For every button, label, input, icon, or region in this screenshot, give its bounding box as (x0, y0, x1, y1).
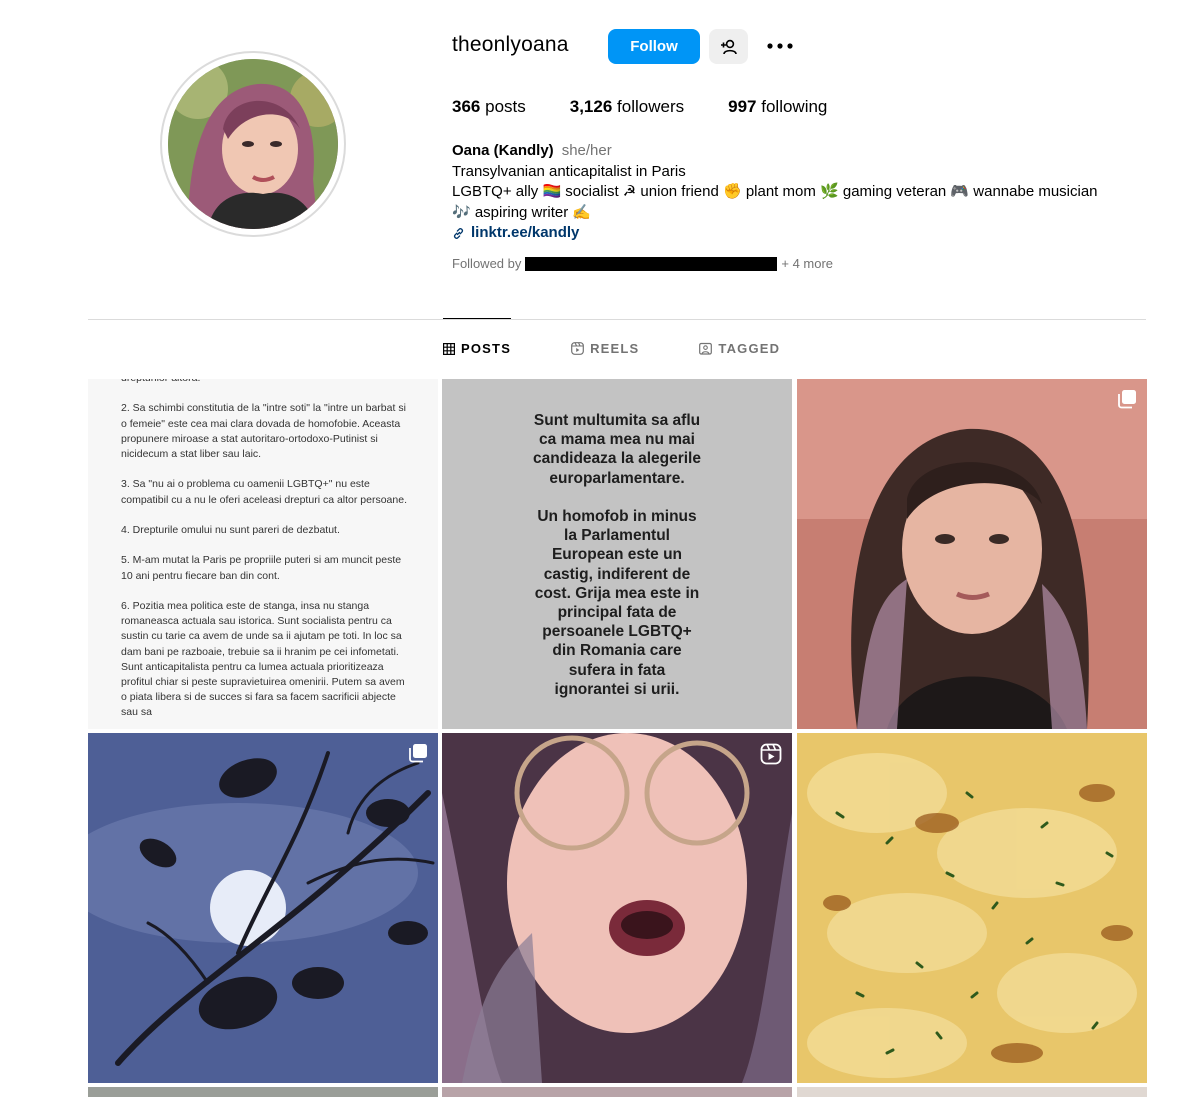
profile-bio: Oana (Kandly) she/her Transylvanian antic… (452, 141, 1152, 246)
profile-stats: 366 posts 3,126 followers 997 following (452, 97, 871, 117)
tab-posts[interactable]: POSTS (443, 318, 512, 378)
add-person-icon (720, 39, 737, 54)
reels-icon (571, 342, 584, 355)
post-text-image: drepturilor altora. 2. Sa schimbi consti… (121, 379, 407, 719)
bio-line: 🎶 aspiring writer ✍️ (452, 203, 592, 221)
bio-line: LGBTQ+ ally 🏳️‍🌈 socialist ☭ union frien… (452, 183, 1098, 200)
suggested-accounts-button[interactable] (709, 29, 748, 64)
selfie-photo (797, 379, 1147, 729)
potato-gratin-photo (797, 733, 1147, 1083)
profile-username: theonlyoana (452, 33, 569, 56)
redacted-names (525, 256, 778, 271)
avatar-photo (168, 59, 338, 229)
reel-badge-icon (760, 743, 782, 765)
bio-line: Transylvanian anticapitalist in Paris (452, 162, 686, 180)
moon-branch-photo (88, 733, 438, 1083)
post-tile[interactable] (442, 733, 792, 1083)
profile-full-name: Oana (Kandly) (452, 142, 554, 159)
post-text-image: Sunt multumita sa aflu ca mama mea nu ma… (532, 412, 701, 698)
post-tile[interactable]: drepturilor altora. 2. Sa schimbi consti… (88, 379, 438, 729)
followers-link[interactable]: 3,126 followers (570, 97, 684, 117)
carousel-icon (409, 744, 427, 763)
profile-avatar-ring[interactable] (160, 51, 346, 237)
post-tile[interactable] (797, 379, 1147, 729)
post-tile[interactable]: Sunt multumita sa aflu ca mama mea nu ma… (442, 379, 792, 729)
carousel-icon (1118, 390, 1136, 409)
singing-selfie-photo (442, 733, 792, 1083)
link-icon (453, 227, 464, 239)
grid-icon (443, 342, 455, 355)
bio-external-link[interactable]: linktr.ee/kandly (452, 223, 579, 244)
followed-by[interactable]: Followed by + 4 more (452, 256, 833, 271)
follow-button[interactable]: Follow (608, 29, 700, 64)
more-options-icon (767, 43, 793, 49)
tagged-icon (699, 342, 713, 355)
profile-tabs: POSTS REELS TAGGED (443, 318, 840, 378)
options-button[interactable] (762, 32, 798, 60)
tab-reels[interactable]: REELS (571, 318, 639, 378)
profile-pronouns: she/her (561, 142, 612, 159)
following-link[interactable]: 997 following (728, 97, 827, 117)
posts-count: 366 posts (452, 97, 526, 116)
post-tile[interactable] (88, 733, 438, 1083)
tab-tagged[interactable]: TAGGED (699, 318, 780, 378)
post-tile[interactable] (797, 733, 1147, 1083)
avatar[interactable] (168, 59, 338, 229)
